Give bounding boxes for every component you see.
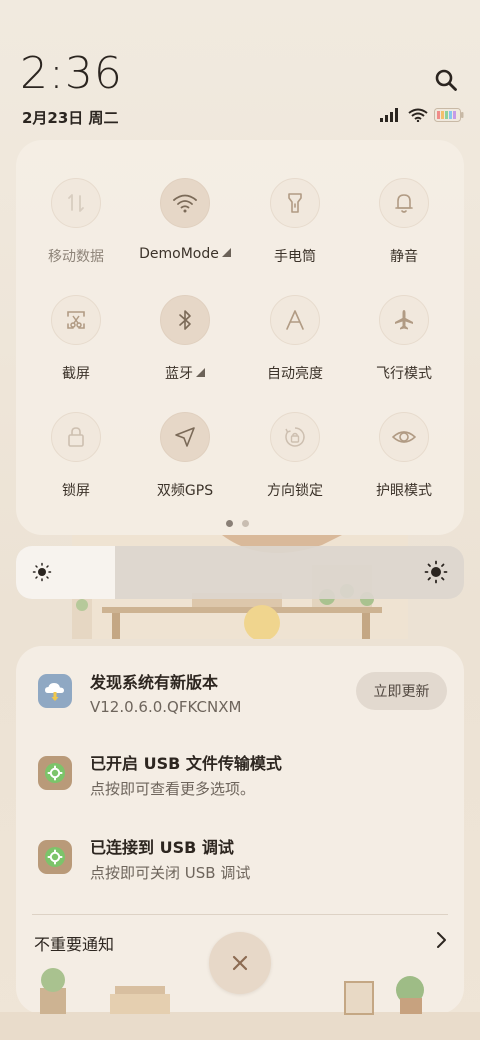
system-update-icon bbox=[38, 674, 72, 708]
notification-title: 已连接到 USB 调试 bbox=[90, 838, 234, 857]
page-indicator bbox=[226, 520, 249, 527]
notification-item[interactable]: 已开启 USB 文件传输模式 点按即可查看更多选项。 bbox=[16, 744, 464, 814]
location-arrow-icon bbox=[175, 427, 195, 447]
tile-screenshot[interactable]: 截屏 bbox=[21, 295, 131, 383]
tile-label: 护眼模式 bbox=[376, 483, 432, 499]
notification-title: 发现系统有新版本 bbox=[90, 673, 219, 692]
update-now-button[interactable]: 立即更新 bbox=[356, 672, 447, 710]
tile-label: 手电筒 bbox=[274, 249, 316, 265]
tile-label: 移动数据 bbox=[48, 249, 104, 265]
cellular-signal-icon bbox=[380, 108, 398, 122]
nonimportant-notifications-link[interactable]: 不重要通知 bbox=[34, 931, 114, 955]
close-icon bbox=[232, 955, 248, 971]
bluetooth-icon bbox=[179, 310, 191, 330]
divider bbox=[32, 914, 448, 915]
battery-icon bbox=[434, 108, 464, 122]
brightness-level-fill bbox=[16, 546, 115, 599]
rotation-lock-icon bbox=[285, 427, 305, 447]
brightness-high-icon bbox=[424, 560, 448, 584]
tile-label: 自动亮度 bbox=[267, 366, 323, 382]
tile-label: 双频GPS bbox=[156, 483, 214, 499]
eye-icon bbox=[392, 431, 416, 443]
tile-label: 飞行模式 bbox=[376, 366, 432, 382]
search-button[interactable] bbox=[432, 66, 460, 94]
brightness-low-icon bbox=[32, 562, 52, 582]
tile-bluetooth[interactable]: 蓝牙 bbox=[130, 295, 240, 383]
tile-label: 截屏 bbox=[62, 366, 90, 382]
wifi-icon bbox=[173, 194, 197, 213]
auto-brightness-icon bbox=[286, 310, 304, 330]
tile-label: 蓝牙 bbox=[165, 366, 193, 382]
lock-icon bbox=[68, 427, 84, 447]
android-system-icon bbox=[38, 756, 72, 790]
screenshot-icon bbox=[67, 311, 85, 329]
quick-settings-panel: 移动数据 DemoMode 手电筒 静音 截屏 蓝牙 自动亮度 飞行模式 锁屏 … bbox=[16, 140, 464, 535]
brightness-slider[interactable] bbox=[16, 546, 464, 599]
tile-label: DemoMode bbox=[139, 246, 219, 262]
expand-triangle-icon[interactable] bbox=[196, 368, 205, 377]
tile-auto-brightness[interactable]: 自动亮度 bbox=[240, 295, 350, 383]
expand-triangle-icon[interactable] bbox=[221, 248, 231, 257]
wifi-status-icon bbox=[408, 108, 428, 122]
tile-flashlight[interactable]: 手电筒 bbox=[240, 178, 350, 266]
mobile-data-icon bbox=[68, 194, 84, 212]
tile-label: 静音 bbox=[390, 249, 418, 265]
airplane-icon bbox=[395, 310, 413, 330]
tile-wifi[interactable]: DemoMode bbox=[130, 178, 240, 262]
flashlight-icon bbox=[288, 193, 302, 213]
tile-label: 锁屏 bbox=[62, 483, 90, 499]
notification-item[interactable]: 已连接到 USB 调试 点按即可关闭 USB 调试 bbox=[16, 828, 464, 898]
search-icon bbox=[435, 69, 457, 91]
notification-body: V12.0.6.0.QFKCNXM bbox=[90, 698, 242, 716]
notification-body: 点按即可查看更多选项。 bbox=[90, 780, 256, 798]
clock-time: 2:36 bbox=[20, 48, 123, 99]
page-dot bbox=[242, 520, 249, 527]
tile-eye-care[interactable]: 护眼模式 bbox=[349, 412, 459, 500]
bell-icon bbox=[395, 194, 413, 213]
tile-label: 方向锁定 bbox=[267, 483, 323, 499]
date-label: 2月23日 周二 bbox=[22, 109, 119, 127]
notification-body: 点按即可关闭 USB 调试 bbox=[90, 864, 251, 882]
android-system-icon bbox=[38, 840, 72, 874]
tile-dual-gps[interactable]: 双频GPS bbox=[130, 412, 240, 500]
tile-mobile-data[interactable]: 移动数据 bbox=[21, 178, 131, 266]
tile-lock-screen[interactable]: 锁屏 bbox=[21, 412, 131, 500]
notification-item[interactable]: 发现系统有新版本 V12.0.6.0.QFKCNXM 立即更新 bbox=[16, 660, 464, 730]
tile-airplane[interactable]: 飞行模式 bbox=[349, 295, 459, 383]
status-icons bbox=[380, 108, 464, 122]
chevron-right-icon[interactable] bbox=[434, 930, 448, 950]
clear-all-button[interactable] bbox=[209, 932, 271, 994]
page-dot-active bbox=[226, 520, 233, 527]
notification-title: 已开启 USB 文件传输模式 bbox=[90, 754, 282, 773]
tile-silent[interactable]: 静音 bbox=[349, 178, 459, 266]
tile-rotation-lock[interactable]: 方向锁定 bbox=[240, 412, 350, 500]
